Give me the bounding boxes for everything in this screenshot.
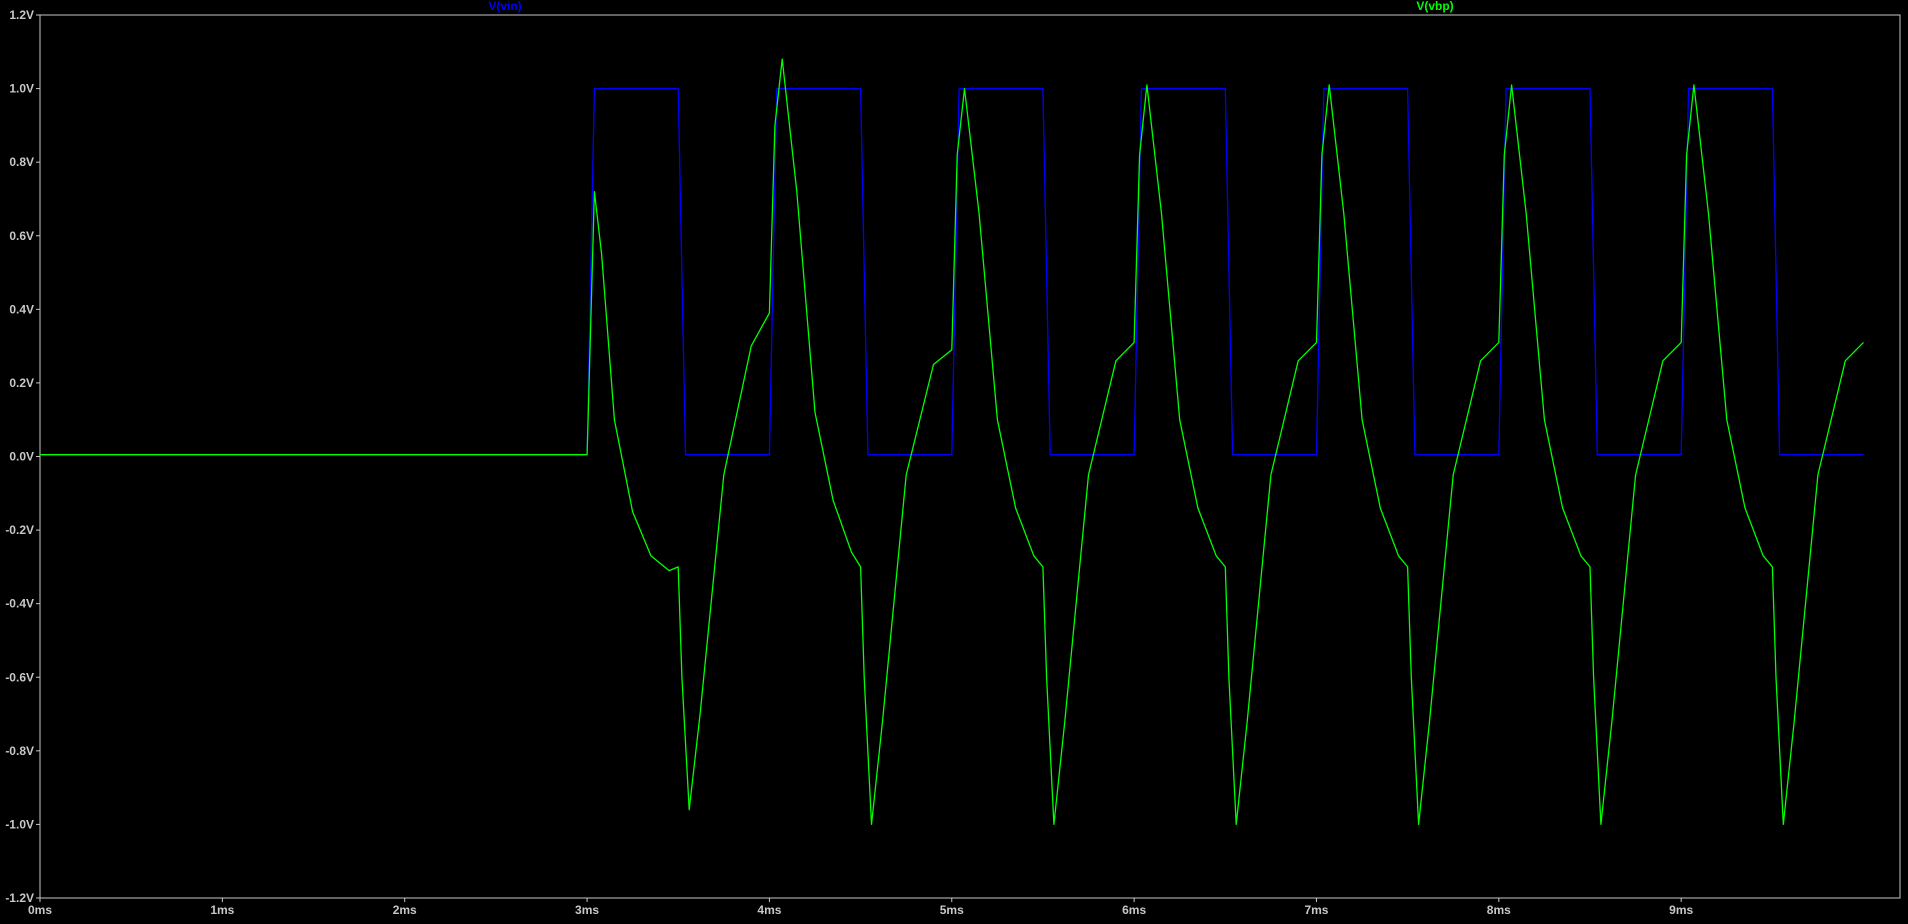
y-tick-label: -0.2V <box>5 523 34 537</box>
x-axis-ticks: 0ms 1ms 2ms 3ms 4ms 5ms 6ms 7ms 8ms 9ms <box>28 898 1694 917</box>
y-tick-label: -0.6V <box>5 670 34 684</box>
y-tick-label: 0.8V <box>9 155 34 169</box>
y-tick-label: -1.0V <box>5 817 34 831</box>
x-tick-label: 3ms <box>575 903 599 917</box>
y-tick-label: -0.4V <box>5 597 34 611</box>
x-tick-label: 0ms <box>28 903 52 917</box>
trace-legend: V(vin) V(vbp) <box>488 0 1453 13</box>
y-tick-label: 1.2V <box>9 8 34 22</box>
x-tick-label: 1ms <box>210 903 234 917</box>
x-tick-label: 7ms <box>1304 903 1328 917</box>
y-tick-label: -0.8V <box>5 744 34 758</box>
trace-label-vin[interactable]: V(vin) <box>488 0 521 13</box>
x-tick-label: 5ms <box>940 903 964 917</box>
trace-label-vbp[interactable]: V(vbp) <box>1416 0 1453 13</box>
x-tick-label: 4ms <box>757 903 781 917</box>
plot-svg[interactable]: 1.2V 1.0V 0.8V 0.6V 0.4V 0.2V 0.0V -0.2V -0.4V -0… <box>0 0 1908 919</box>
y-tick-label: 0.6V <box>9 229 34 243</box>
plot-area[interactable] <box>39 14 1901 899</box>
x-tick-label: 8ms <box>1487 903 1511 917</box>
y-tick-label: 0.0V <box>9 450 34 464</box>
x-tick-label: 9ms <box>1669 903 1693 917</box>
y-tick-label: 0.2V <box>9 376 34 390</box>
y-axis-ticks: 1.2V 1.0V 0.8V 0.6V 0.4V 0.2V 0.0V -0.2V -0.4V -0… <box>5 8 40 905</box>
y-tick-label: 1.0V <box>9 82 34 96</box>
x-tick-label: 6ms <box>1122 903 1146 917</box>
x-tick-label: 2ms <box>393 903 417 917</box>
waveform-plot[interactable]: 1.2V 1.0V 0.8V 0.6V 0.4V 0.2V 0.0V -0.2V -0.4V -0… <box>0 0 1908 919</box>
y-tick-label: 0.4V <box>9 302 34 316</box>
